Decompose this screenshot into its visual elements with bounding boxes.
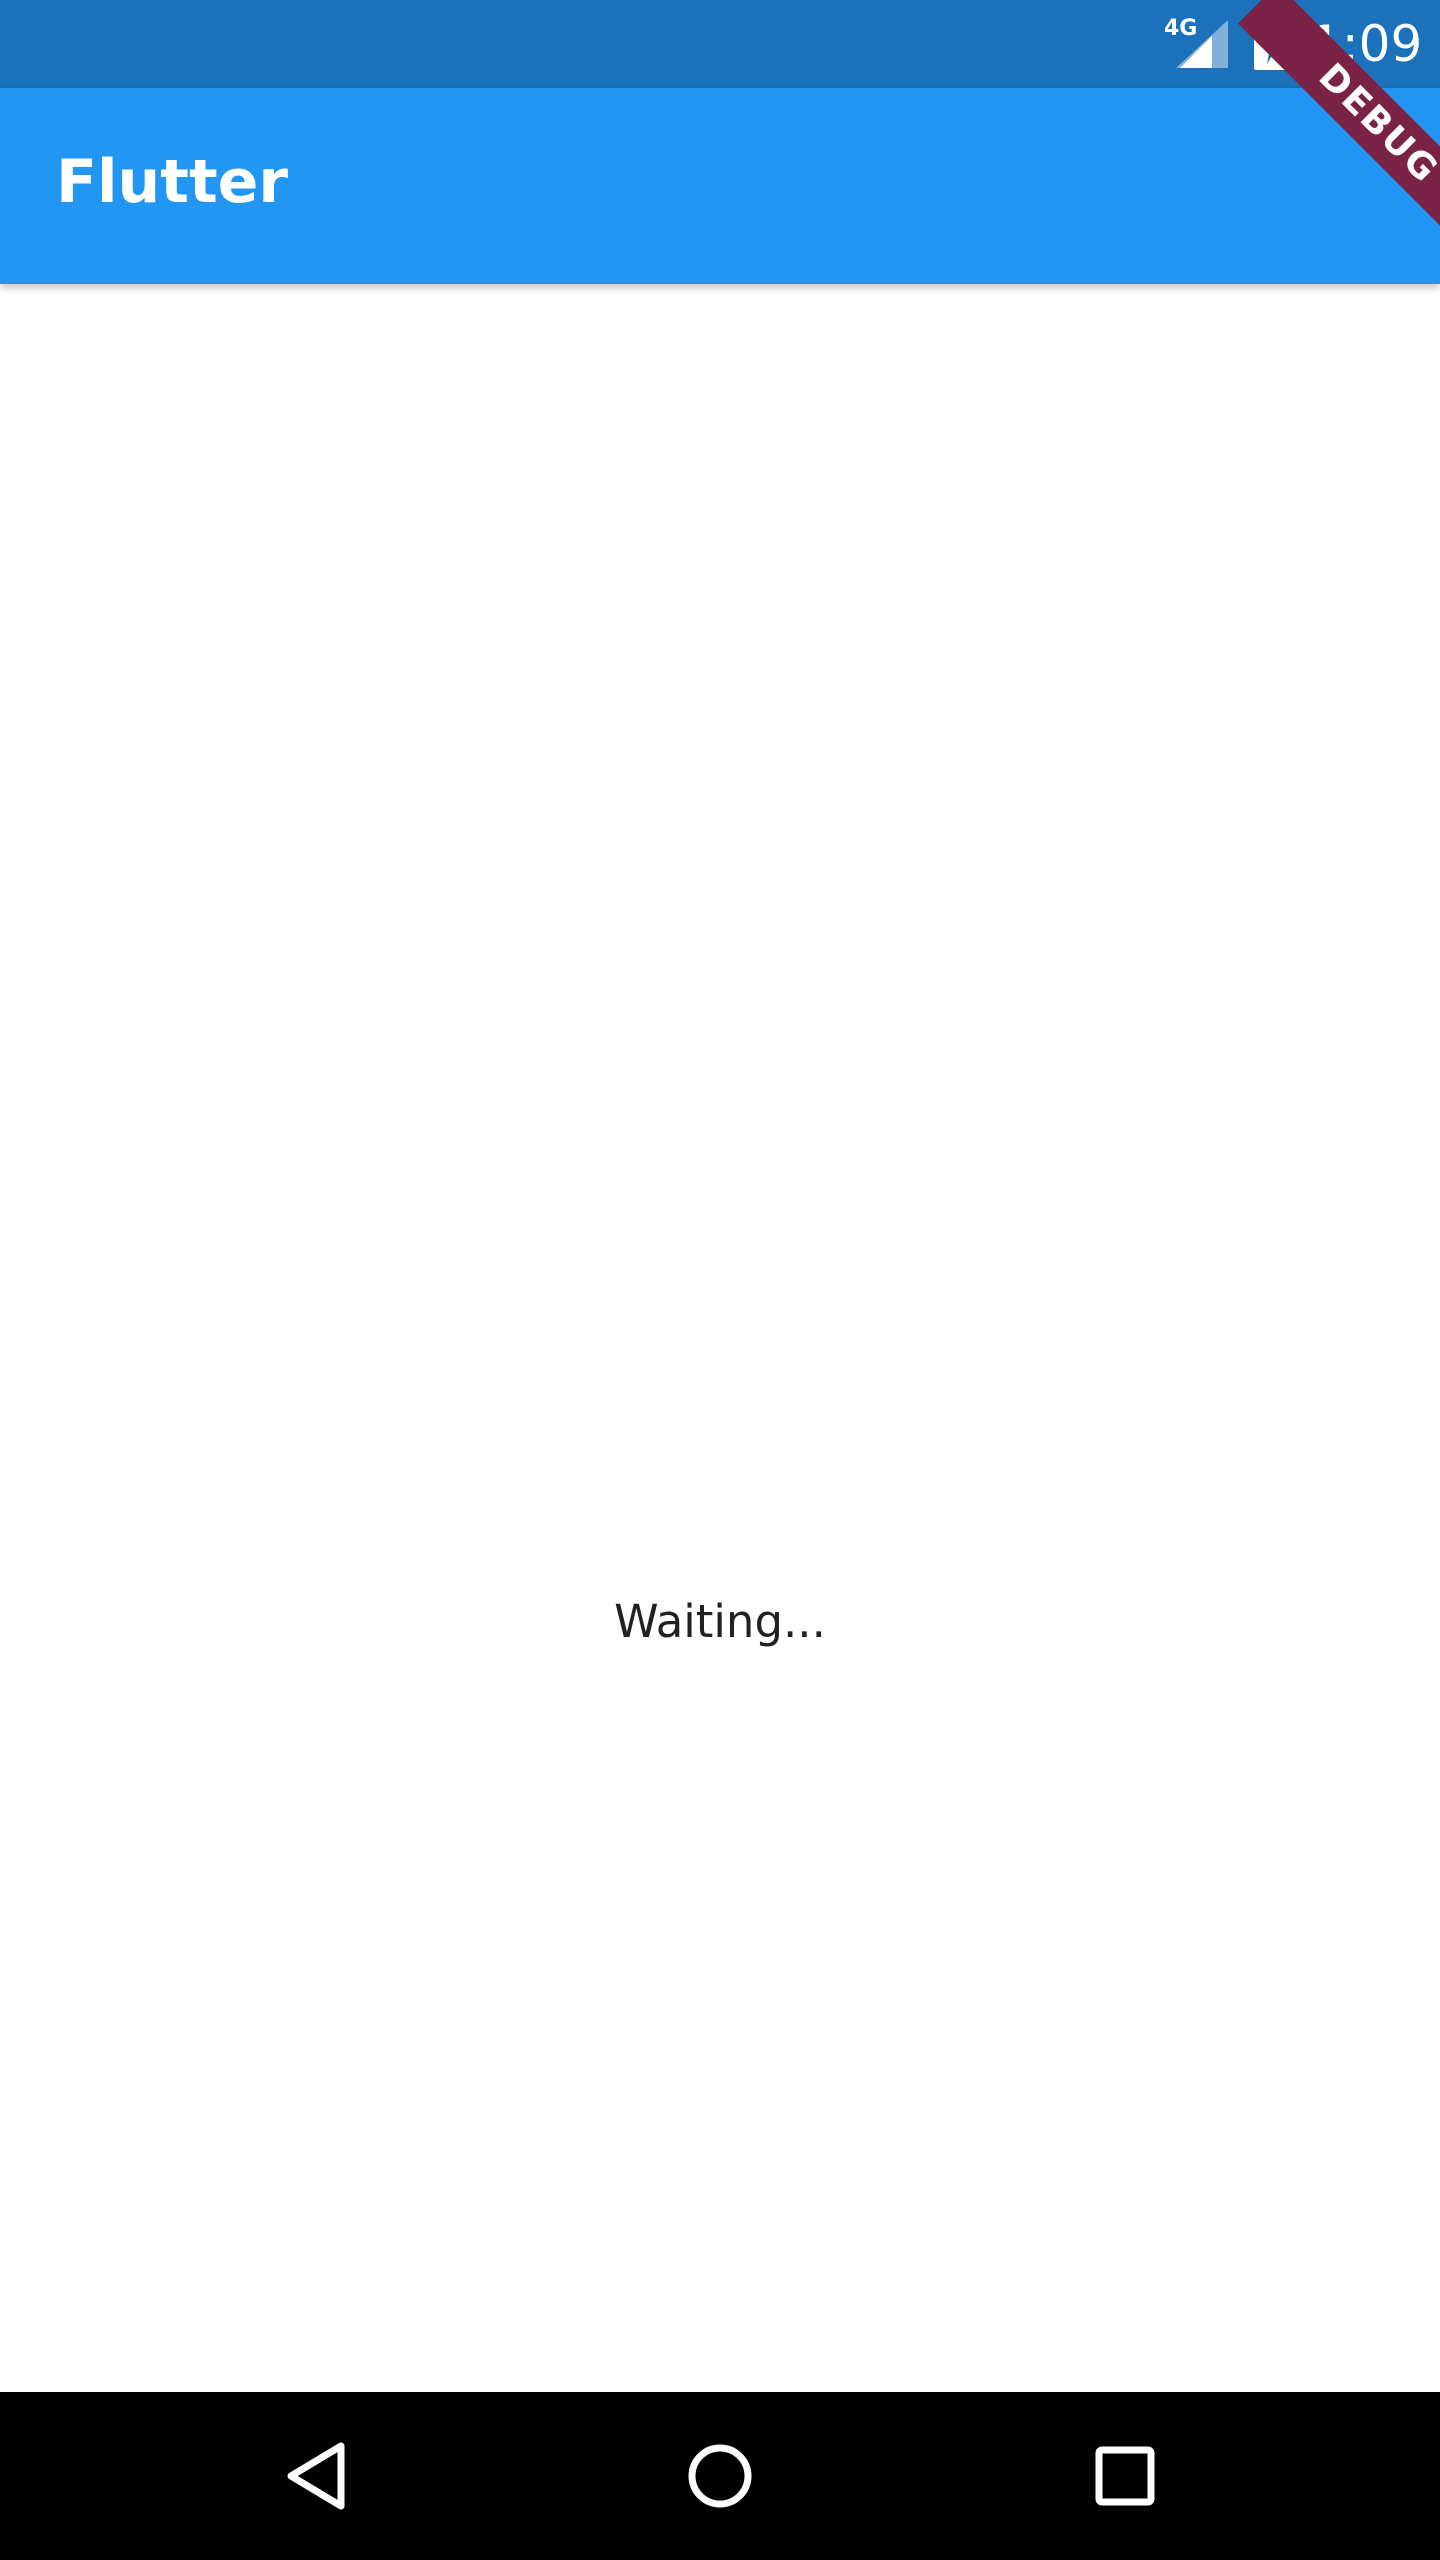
app-bar: Flutter xyxy=(0,88,1440,284)
status-bar: 4G 1:09 xyxy=(0,0,1440,88)
waiting-message: Waiting... xyxy=(614,1595,826,1648)
recents-icon xyxy=(1095,2446,1155,2506)
signal-icon xyxy=(1176,20,1228,68)
main-content: Waiting... xyxy=(0,284,1440,2392)
navigation-bar xyxy=(0,2392,1440,2560)
recents-button[interactable] xyxy=(1077,2428,1173,2524)
home-button[interactable] xyxy=(672,2428,768,2524)
app-title: Flutter xyxy=(56,147,288,217)
back-button[interactable] xyxy=(268,2428,364,2524)
back-icon xyxy=(287,2442,345,2510)
home-icon xyxy=(688,2444,752,2508)
